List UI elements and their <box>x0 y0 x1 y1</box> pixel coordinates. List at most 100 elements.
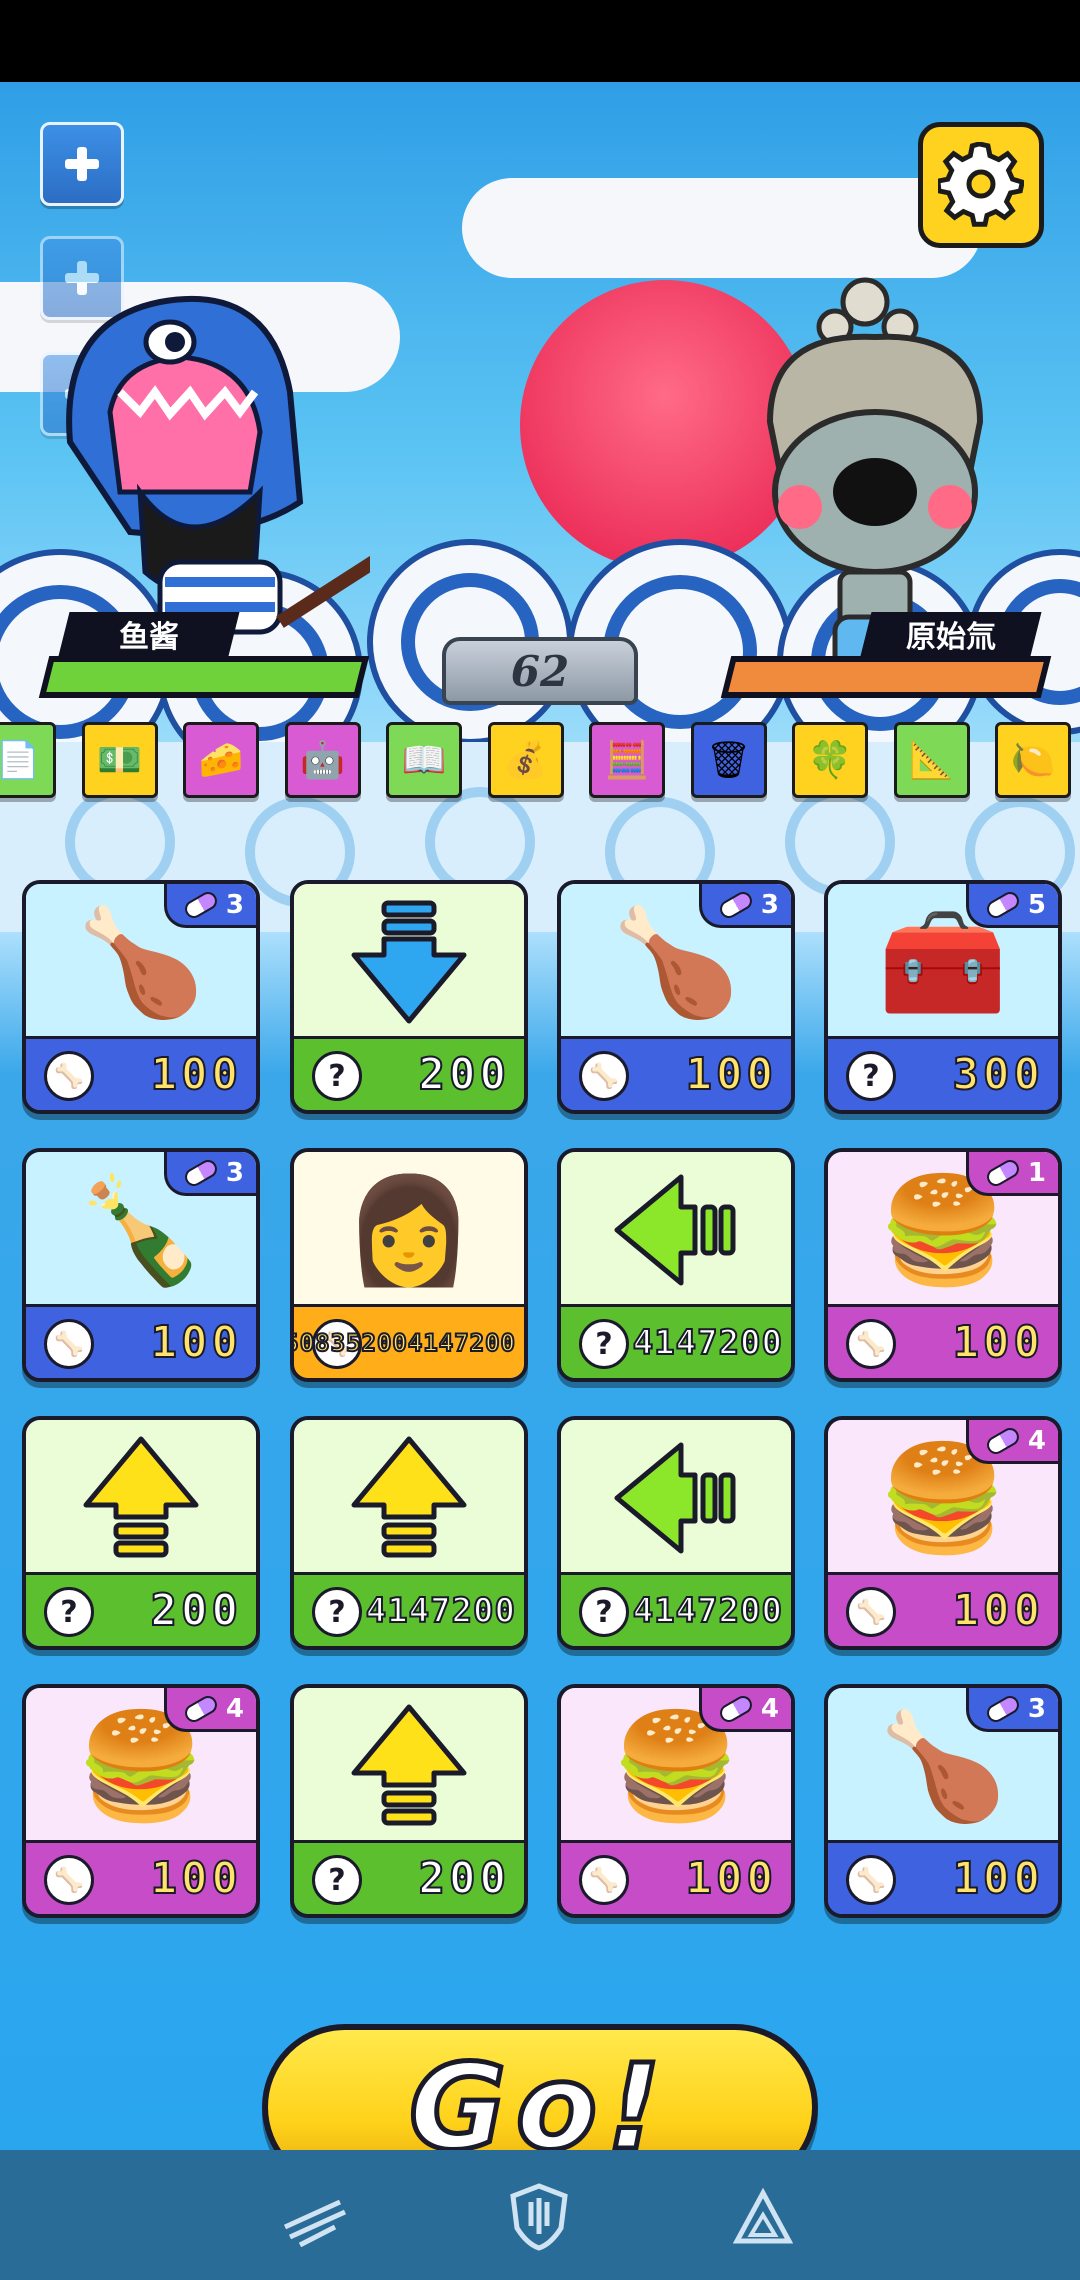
card-level-badge: 4 <box>699 1688 791 1732</box>
card-cost-value: 1246508352004147200 <box>290 1328 516 1358</box>
shop-card[interactable]: ? 4147200 <box>290 1416 528 1650</box>
item-strip: 📄 💵 🧀 🤖 📖 💰 🧮 🗑 🍀 📐 🍋 <box>0 722 1080 808</box>
shop-card[interactable]: ? 4147200 <box>557 1148 795 1382</box>
shop-card[interactable]: 🍔 1 🦴 100 <box>824 1148 1062 1382</box>
enemy-name: 原始氚 <box>906 620 996 655</box>
card-price-bar: ? 200 <box>26 1572 256 1646</box>
card-item-area <box>561 1420 791 1576</box>
card-cost-value: 100 <box>150 1852 242 1905</box>
card-item-area <box>26 1420 256 1576</box>
arrow-up-icon <box>83 1436 199 1558</box>
card-price-bar: 🦴 100 <box>26 1840 256 1914</box>
card-price-bar: 🦴 100 <box>561 1036 791 1110</box>
bone-currency-icon: 🦴 <box>846 1855 896 1905</box>
card-price-bar: ? 4147200 <box>561 1572 791 1646</box>
pill-icon <box>181 1692 221 1725</box>
robot-icon: 🤖 <box>300 740 345 781</box>
pill-icon <box>716 888 756 921</box>
player-hp-bar <box>38 656 370 698</box>
card-cost-value: 4147200 <box>632 1322 783 1364</box>
strip-item[interactable]: 📄 <box>0 722 56 798</box>
strip-item[interactable]: 🧮 <box>589 722 665 798</box>
bone-currency-icon: 🦴 <box>44 1051 94 1101</box>
girl-portrait-icon: 👩 <box>344 1169 474 1291</box>
card-cost-value: 4147200 <box>365 1590 516 1632</box>
settings-button[interactable] <box>918 122 1044 248</box>
shop-card[interactable]: 🍔 4 🦴 100 <box>824 1416 1062 1650</box>
card-level-badge: 3 <box>699 884 791 928</box>
shop-card[interactable]: 🍗 3 🦴 100 <box>557 880 795 1114</box>
battle-scene: 鱼酱 62 原始氚 📄 💵 🧀 🤖 📖 💰 🧮 🗑 🍀 📐 🍋 🍗 3 🦴 100? 200 🍗 3 🦴 100 🧰 5… <box>0 82 1080 2150</box>
turn-counter-value: 62 <box>510 646 570 696</box>
shop-card[interactable]: ? 200 <box>290 1684 528 1918</box>
shop-card[interactable]: 🍗 3 🦴 100 <box>22 880 260 1114</box>
strip-item[interactable]: 🧀 <box>183 722 259 798</box>
card-level-value: 5 <box>1027 889 1046 920</box>
arrow-left-icon <box>614 1442 736 1554</box>
card-level-badge: 1 <box>966 1152 1058 1196</box>
pill-icon <box>181 1156 221 1189</box>
card-price-bar: 🦴 100 <box>26 1304 256 1378</box>
plus-icon <box>65 147 99 181</box>
shop-card[interactable]: 🍾 3 🦴 100 <box>22 1148 260 1382</box>
nav-defense-button[interactable] <box>494 2172 584 2262</box>
card-item-area <box>294 1688 524 1844</box>
card-cost-value: 100 <box>952 1584 1044 1637</box>
shop-card[interactable]: ? 4147200 <box>557 1416 795 1650</box>
shop-card[interactable]: 🍔 4 🦴 100 <box>557 1684 795 1918</box>
pill-icon <box>181 888 221 921</box>
bone-currency-icon: 🦴 <box>44 1855 94 1905</box>
strip-item[interactable]: 💰 <box>487 722 564 798</box>
strip-item[interactable]: 🗑 <box>690 722 767 798</box>
strip-item[interactable]: 🤖 <box>284 722 361 798</box>
bone-currency-icon: 🦴 <box>579 1855 629 1905</box>
player-hp-fill <box>46 662 362 692</box>
add-slot-button[interactable] <box>40 122 124 206</box>
shop-card[interactable]: ? 200 <box>290 880 528 1114</box>
question-mark-icon: ? <box>579 1319 629 1369</box>
card-price-bar: ? 4147200 <box>561 1304 791 1378</box>
strip-item[interactable]: 📖 <box>386 722 462 798</box>
shop-card[interactable]: 👩 🦴1246508352004147200 <box>290 1148 528 1382</box>
document-icon: 📄 <box>0 740 41 781</box>
card-level-value: 3 <box>225 889 244 920</box>
enemy-hp-fill <box>728 662 1044 692</box>
card-level-badge: 5 <box>966 884 1058 928</box>
calculator-icon: 🧮 <box>604 740 650 781</box>
card-level-badge: 4 <box>164 1688 256 1732</box>
card-price-bar: 🦴 100 <box>26 1036 256 1110</box>
lemon-icon: 🍋 <box>1010 740 1056 781</box>
strip-item[interactable]: 📐 <box>893 722 970 798</box>
pill-icon <box>716 1692 756 1725</box>
card-price-bar: 🦴 100 <box>561 1840 791 1914</box>
nav-attack-button[interactable] <box>270 2172 360 2262</box>
card-item-area <box>561 1152 791 1308</box>
money-bag-icon: 💰 <box>503 740 548 781</box>
card-cost-value: 200 <box>150 1584 242 1637</box>
bottom-nav <box>0 2150 1080 2280</box>
turn-counter: 62 <box>442 637 638 705</box>
card-cost-value: 100 <box>150 1316 242 1369</box>
card-price-bar: 🦴1246508352004147200 <box>294 1304 524 1378</box>
strip-item[interactable]: 🍋 <box>995 722 1071 798</box>
card-level-value: 3 <box>760 889 779 920</box>
card-item-area <box>294 1420 524 1576</box>
shop-card[interactable]: ? 200 <box>22 1416 260 1650</box>
shop-card[interactable]: 🍔 4 🦴 100 <box>22 1684 260 1918</box>
pill-icon <box>983 1692 1023 1725</box>
go-button[interactable]: Go! <box>262 2024 818 2150</box>
card-price-bar: 🦴 100 <box>828 1840 1058 1914</box>
bone-currency-icon: 🦴 <box>579 1051 629 1101</box>
card-price-bar: ? 200 <box>294 1036 524 1110</box>
shop-card[interactable]: 🍗 3 🦴 100 <box>824 1684 1062 1918</box>
card-level-badge: 3 <box>966 1688 1058 1732</box>
bracket-icon: 📐 <box>909 740 954 781</box>
strip-item[interactable]: 💵 <box>81 722 158 798</box>
card-item-area: 👩 <box>294 1152 524 1308</box>
clover-icon: 🍀 <box>807 740 853 781</box>
shop-card[interactable]: 🧰 5? 300 <box>824 880 1062 1114</box>
strip-item[interactable]: 🍀 <box>792 722 868 798</box>
card-price-bar: 🦴 100 <box>828 1572 1058 1646</box>
nav-skill-button[interactable] <box>718 2172 808 2262</box>
open-book-icon: 📖 <box>401 740 447 781</box>
